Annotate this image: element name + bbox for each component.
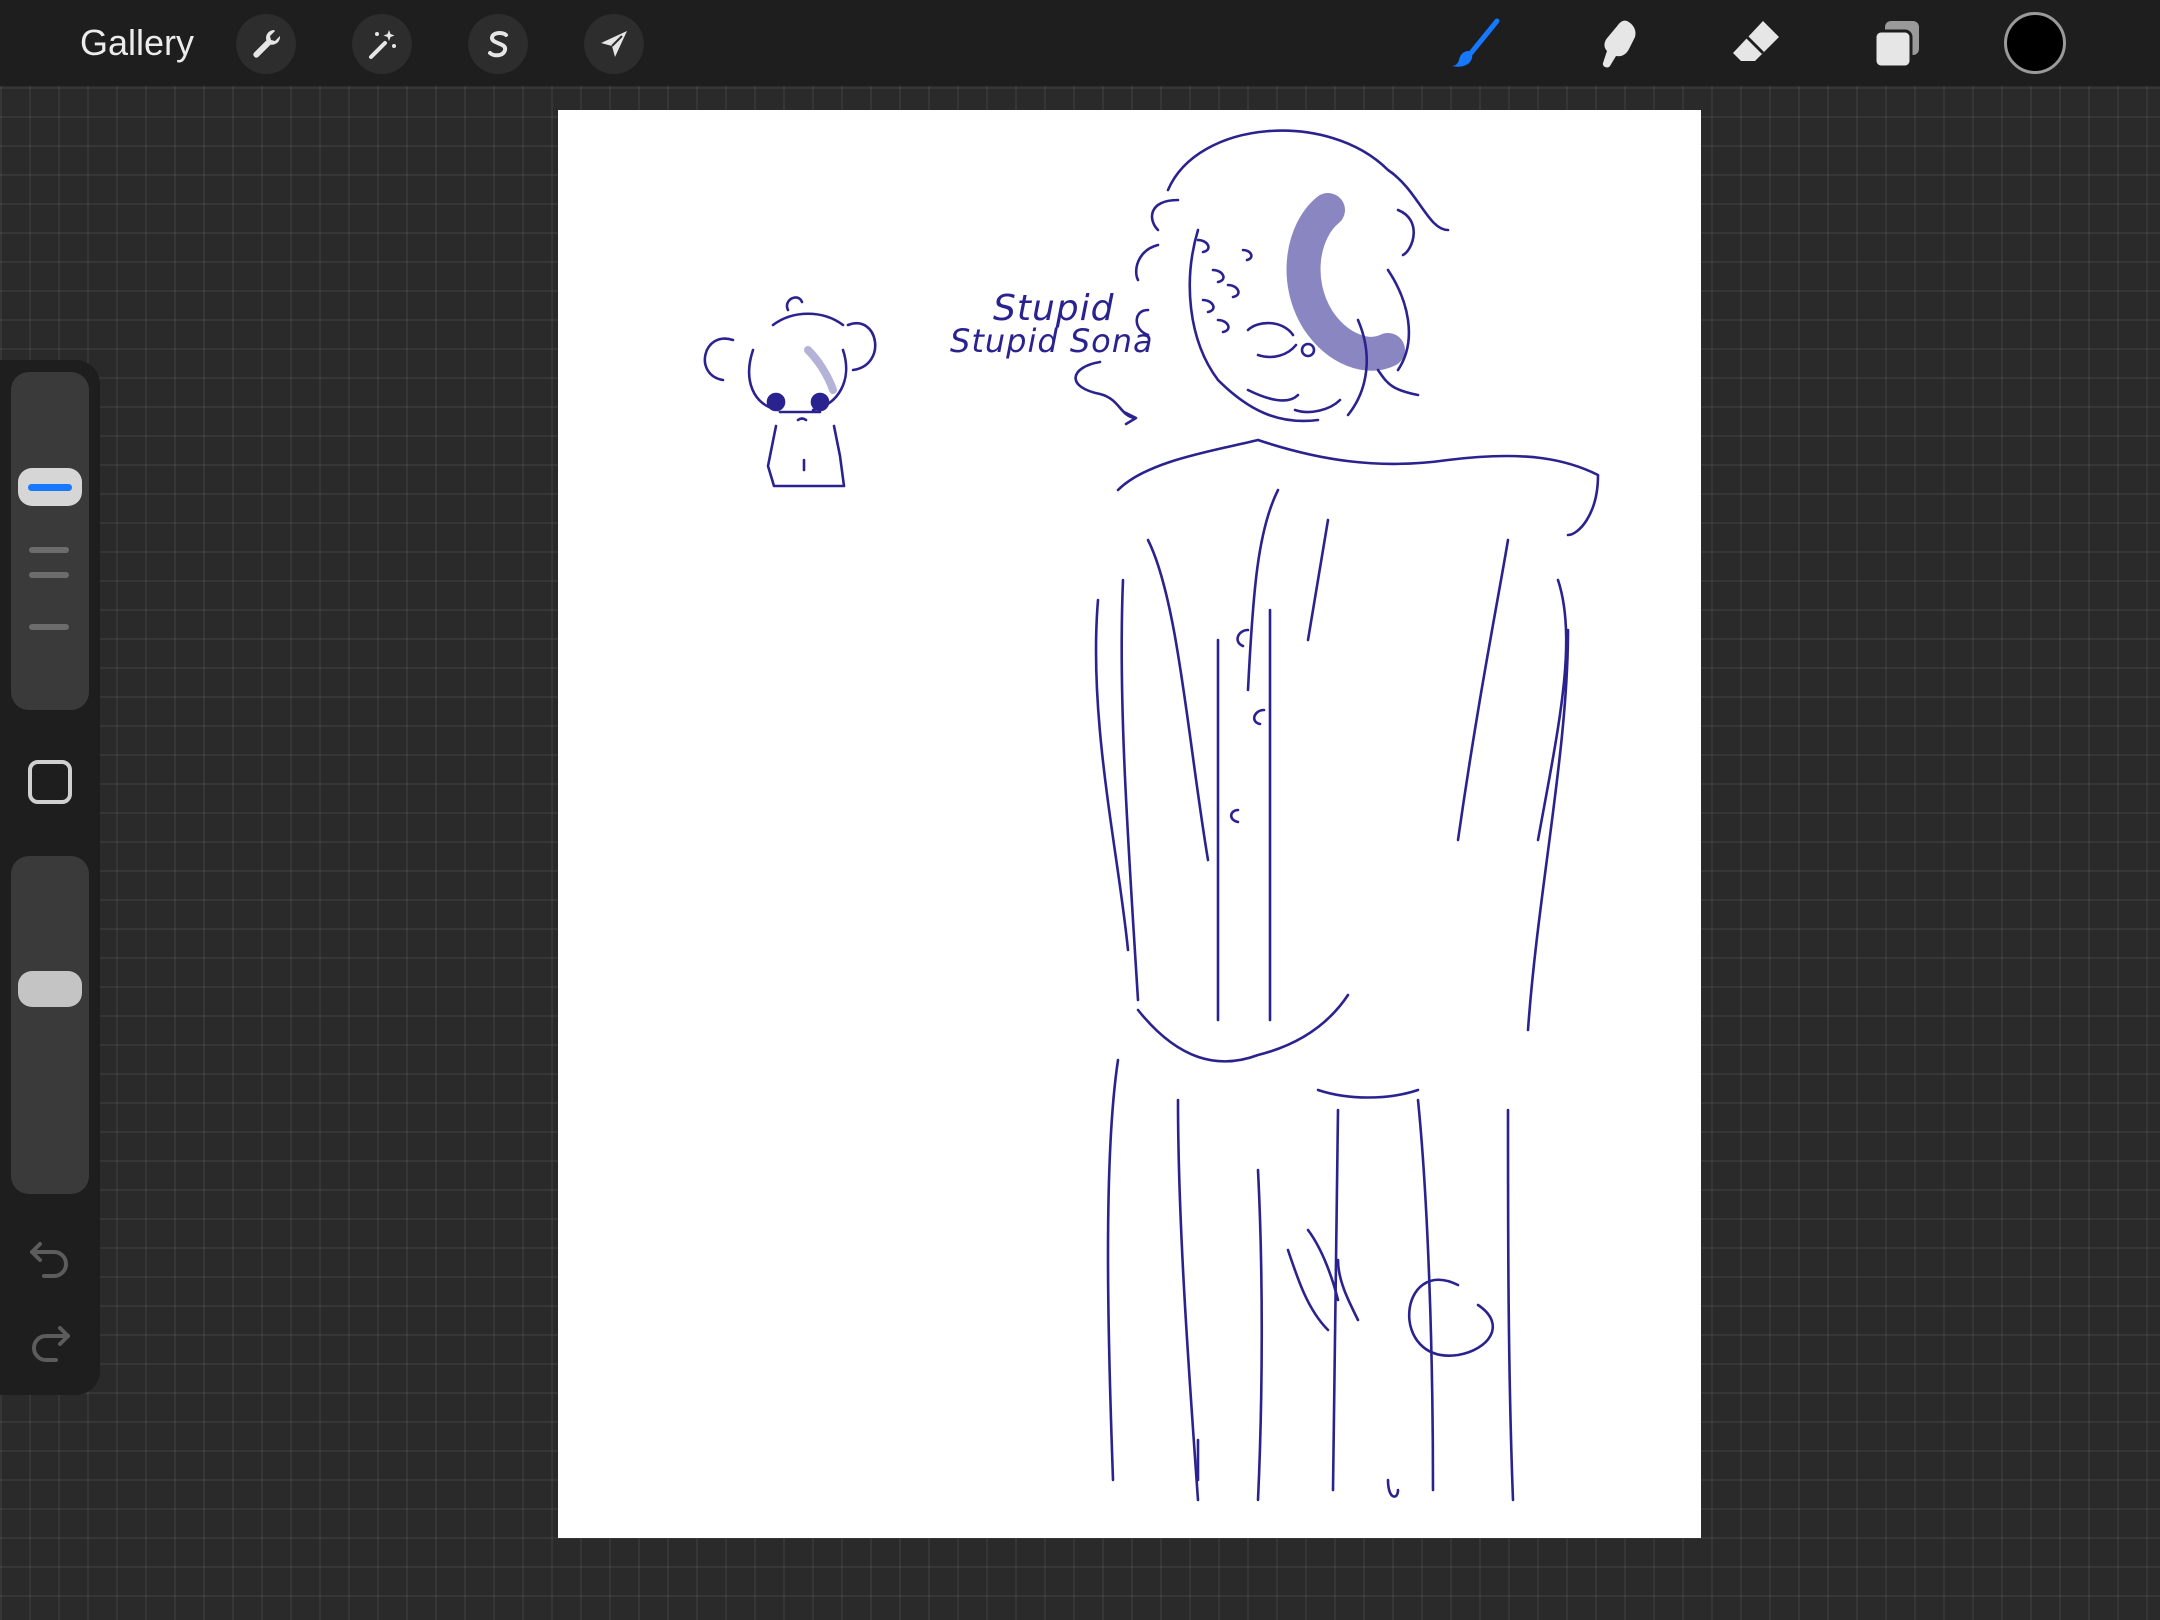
slider-tick: [29, 572, 69, 578]
smudge-tool-button[interactable]: [1584, 12, 1648, 76]
canvas-note-line2: Stupid Sona: [950, 322, 1154, 360]
body-sketch: [1094, 438, 1600, 1502]
arrow-cursor-icon: [601, 31, 627, 57]
arrow-scribble: [1074, 360, 1138, 426]
transform-button[interactable]: [584, 14, 644, 74]
chibi-sketch: [703, 296, 877, 488]
size-indicator-bar: [28, 483, 72, 491]
layers-icon: [1873, 21, 1919, 69]
eraser-tool-button[interactable]: [1724, 12, 1788, 76]
brush-icon: [1452, 18, 1500, 67]
selection-button[interactable]: [468, 14, 528, 74]
brush-size-slider[interactable]: [11, 372, 89, 710]
left-sidebar: [0, 360, 100, 1395]
layers-button[interactable]: [1864, 12, 1928, 76]
opacity-thumb[interactable]: [18, 971, 82, 1007]
top-toolbar: Gallery: [0, 0, 2160, 86]
actions-button[interactable]: [236, 14, 296, 74]
brush-size-thumb[interactable]: [18, 468, 82, 506]
modify-button[interactable]: [28, 760, 72, 804]
head-sketch: [1134, 129, 1450, 423]
redo-icon[interactable]: [26, 1320, 74, 1364]
slider-tick: [29, 624, 69, 630]
drawing-canvas[interactable]: Stupid Stupid Sona: [558, 110, 1701, 1538]
undo-icon[interactable]: [26, 1236, 74, 1280]
slider-tick: [29, 547, 69, 553]
wrench-icon: [253, 30, 281, 58]
smudge-finger-icon: [1602, 20, 1636, 68]
adjustments-button[interactable]: [352, 14, 412, 74]
magic-wand-icon: [369, 30, 396, 59]
color-picker-button[interactable]: [2004, 12, 2066, 74]
eraser-icon: [1733, 21, 1779, 61]
selection-s-icon: [488, 31, 508, 58]
opacity-slider[interactable]: [11, 856, 89, 1194]
brush-tool-button[interactable]: [1444, 12, 1508, 76]
gallery-button[interactable]: Gallery: [80, 18, 194, 68]
